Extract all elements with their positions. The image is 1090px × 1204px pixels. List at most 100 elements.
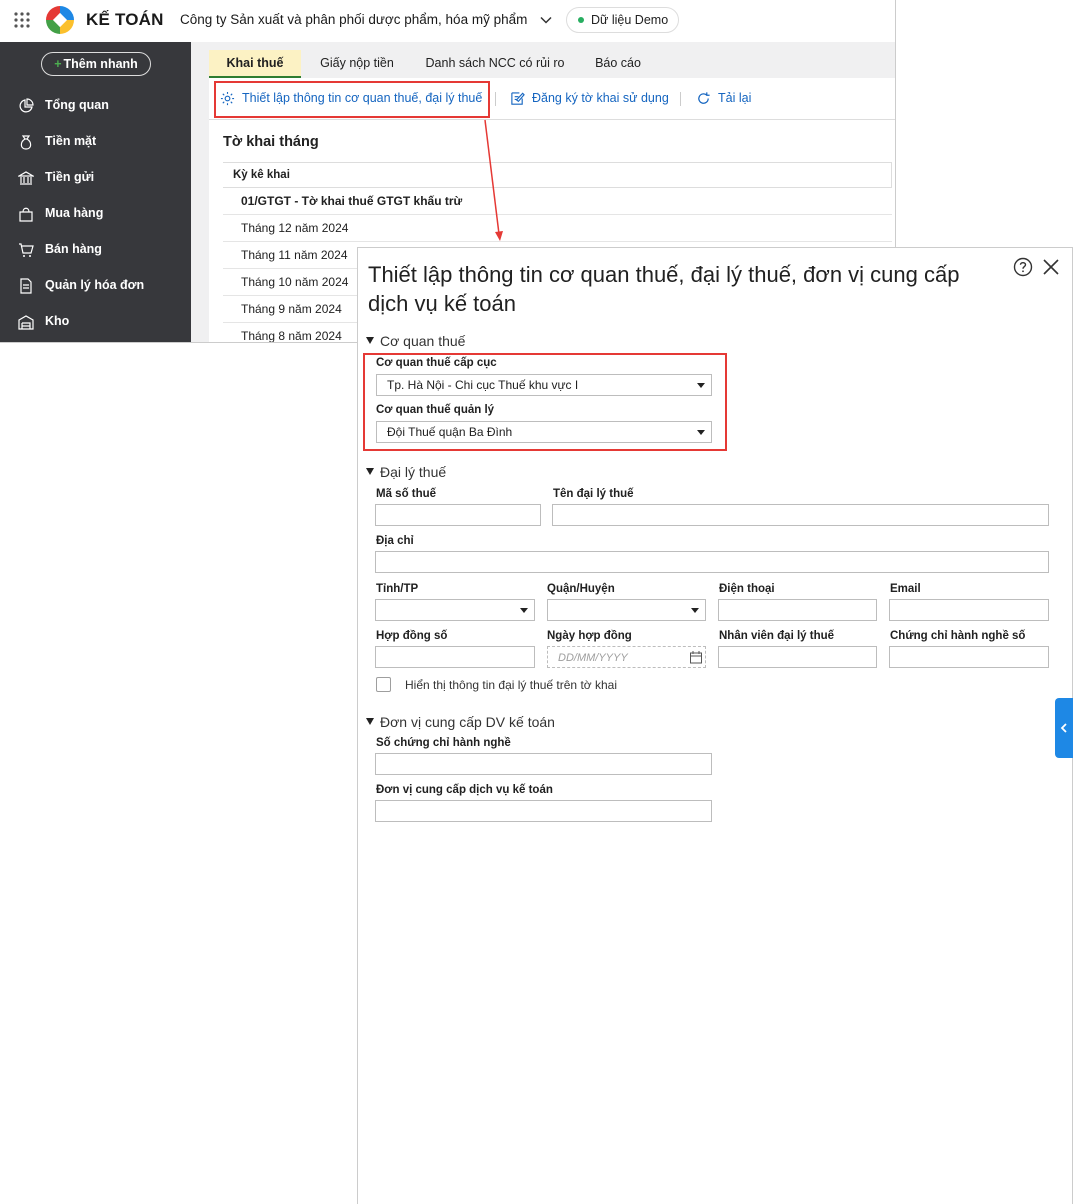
dropdown-caret-icon [520, 608, 528, 613]
quick-add-label: Thêm nhanh [63, 57, 138, 71]
plus-icon: + [54, 57, 62, 71]
phone-label: Điện thoại [719, 583, 775, 595]
show-agent-label: Hiển thị thông tin đại lý thuế trên tờ k… [405, 678, 617, 692]
quick-add-button[interactable]: + Thêm nhanh [41, 52, 151, 76]
sidebar-item-cash[interactable]: Tiền mặt [0, 124, 191, 160]
sidebar-item-invoices[interactable]: Quản lý hóa đơn [0, 268, 191, 304]
sidebar-item-label: Quản lý hóa đơn [45, 278, 145, 292]
toolbar-divider [495, 92, 496, 106]
province-label: Tỉnh/TP [376, 583, 419, 595]
table-row[interactable]: Tháng 12 năm 2024 [223, 215, 892, 242]
sidebar-item-deposits[interactable]: Tiền gửi [0, 160, 191, 196]
collapse-triangle-icon [366, 468, 374, 475]
cert-label: Chứng chỉ hành nghề số [890, 630, 1026, 642]
phone-input[interactable] [718, 599, 877, 621]
agent-name-label: Tên đại lý thuế [553, 488, 634, 500]
section-label: Đơn vị cung cấp DV kế toán [380, 714, 555, 730]
contract-no-input[interactable] [375, 646, 535, 668]
brand-name: KẾ TOÁN [86, 10, 164, 29]
mgmt-select[interactable]: Đội Thuế quận Ba Đình [376, 421, 712, 443]
shopping-bag-icon [19, 207, 33, 222]
dept-select-value: Tp. Hà Nội - Chi cục Thuế khu vực I [387, 378, 579, 392]
edit-form-icon [511, 92, 525, 105]
province-select[interactable] [375, 599, 535, 621]
tab-tax-declaration[interactable]: Khai thuế [209, 50, 301, 78]
sidebar-item-label: Kho [45, 314, 70, 328]
provider-name-label: Đơn vị cung cấp dịch vụ kế toán [376, 784, 553, 796]
status-dot-icon [578, 17, 584, 23]
apps-grid-icon[interactable] [14, 12, 30, 28]
provider-cert-label: Số chứng chỉ hành nghề [376, 737, 511, 749]
reload-label: Tải lại [718, 91, 752, 105]
contract-no-label: Hợp đồng số [376, 630, 448, 642]
chevron-down-icon[interactable] [540, 14, 552, 26]
staff-input[interactable] [718, 646, 877, 668]
tax-code-label: Mã số thuế [376, 488, 437, 500]
agent-name-input[interactable] [552, 504, 1049, 526]
collapse-triangle-icon [366, 718, 374, 725]
tab-risky-suppliers[interactable]: Danh sách NCC có rủi ro [415, 50, 575, 78]
address-label: Địa chỉ [376, 535, 414, 547]
cert-input[interactable] [889, 646, 1049, 668]
section-label: Cơ quan thuế [380, 333, 466, 349]
group-row[interactable]: 01/GTGT - Tờ khai thuế GTGT khấu trừ [223, 188, 892, 215]
invoice-icon [20, 278, 32, 294]
column-header-period: Kỳ kê khai [223, 162, 892, 188]
chevron-left-icon [1060, 723, 1067, 733]
sidebar: + Thêm nhanh Tổng quan Tiền mặt Tiền gửi … [0, 42, 191, 342]
dept-select[interactable]: Tp. Hà Nội - Chi cục Thuế khu vực I [376, 374, 712, 396]
top-bar: KẾ TOÁN Công ty Sản xuất và phân phối dư… [0, 0, 895, 42]
cart-icon [19, 243, 34, 257]
dropdown-caret-icon [691, 608, 699, 613]
tax-code-input[interactable] [375, 504, 541, 526]
date-placeholder: DD/MM/YYYY [558, 652, 628, 664]
mgmt-label: Cơ quan thuế quản lý [376, 404, 495, 416]
district-label: Quận/Huyện [547, 583, 615, 595]
refresh-icon [698, 92, 710, 104]
show-agent-checkbox[interactable] [376, 677, 391, 692]
section-label: Đại lý thuế [380, 464, 447, 480]
tab-reports[interactable]: Báo cáo [585, 50, 651, 78]
demo-data-label: Dữ liệu Demo [591, 13, 669, 27]
dropdown-caret-icon [697, 430, 705, 435]
sidebar-item-label: Tiền gửi [45, 170, 95, 184]
toolbar-divider [680, 92, 681, 106]
help-icon[interactable] [1013, 257, 1033, 277]
sidebar-item-purchases[interactable]: Mua hàng [0, 196, 191, 232]
sidebar-item-warehouse[interactable]: Kho [0, 304, 191, 340]
close-icon[interactable] [1041, 257, 1061, 277]
pie-chart-icon [19, 98, 34, 113]
app-logo-icon [46, 6, 74, 34]
email-input[interactable] [889, 599, 1049, 621]
section-tax-agent[interactable]: Đại lý thuế [366, 464, 446, 480]
mgmt-select-value: Đội Thuế quận Ba Đình [387, 425, 513, 439]
collapse-triangle-icon [366, 337, 374, 344]
dept-label: Cơ quan thuế cấp cục [376, 357, 497, 369]
section-tax-office[interactable]: Cơ quan thuế [366, 333, 465, 349]
sidebar-item-overview[interactable]: Tổng quan [0, 88, 191, 124]
panel-title: Tờ khai tháng [223, 134, 319, 150]
company-name[interactable]: Công ty Sản xuất và phân phối dược phẩm,… [180, 12, 527, 27]
provider-name-input[interactable] [375, 800, 712, 822]
calendar-icon[interactable] [689, 650, 703, 664]
tab-payment-slip[interactable]: Giấy nộp tiền [309, 50, 405, 78]
sidebar-item-label: Tổng quan [45, 98, 109, 112]
address-input[interactable] [375, 551, 1049, 573]
section-accounting-provider[interactable]: Đơn vị cung cấp DV kế toán [366, 714, 555, 730]
email-label: Email [890, 583, 921, 595]
money-bag-icon [20, 135, 32, 150]
district-select[interactable] [547, 599, 706, 621]
sidebar-item-label: Bán hàng [45, 242, 102, 256]
side-panel-toggle[interactable] [1055, 698, 1073, 758]
bank-icon [18, 171, 34, 185]
demo-data-badge[interactable]: Dữ liệu Demo [566, 7, 680, 33]
contract-date-label: Ngày hợp đồng [547, 630, 632, 642]
sidebar-item-sales[interactable]: Bán hàng [0, 232, 191, 268]
highlight-setup-button [214, 81, 490, 118]
sidebar-item-label: Tiền mặt [45, 134, 97, 148]
contract-date-input[interactable]: DD/MM/YYYY [547, 646, 706, 668]
provider-cert-input[interactable] [375, 753, 712, 775]
warehouse-icon [18, 315, 34, 330]
dialog-title: Thiết lập thông tin cơ quan thuế, đại lý… [368, 262, 960, 316]
register-declaration-label: Đăng ký tờ khai sử dụng [532, 91, 669, 105]
